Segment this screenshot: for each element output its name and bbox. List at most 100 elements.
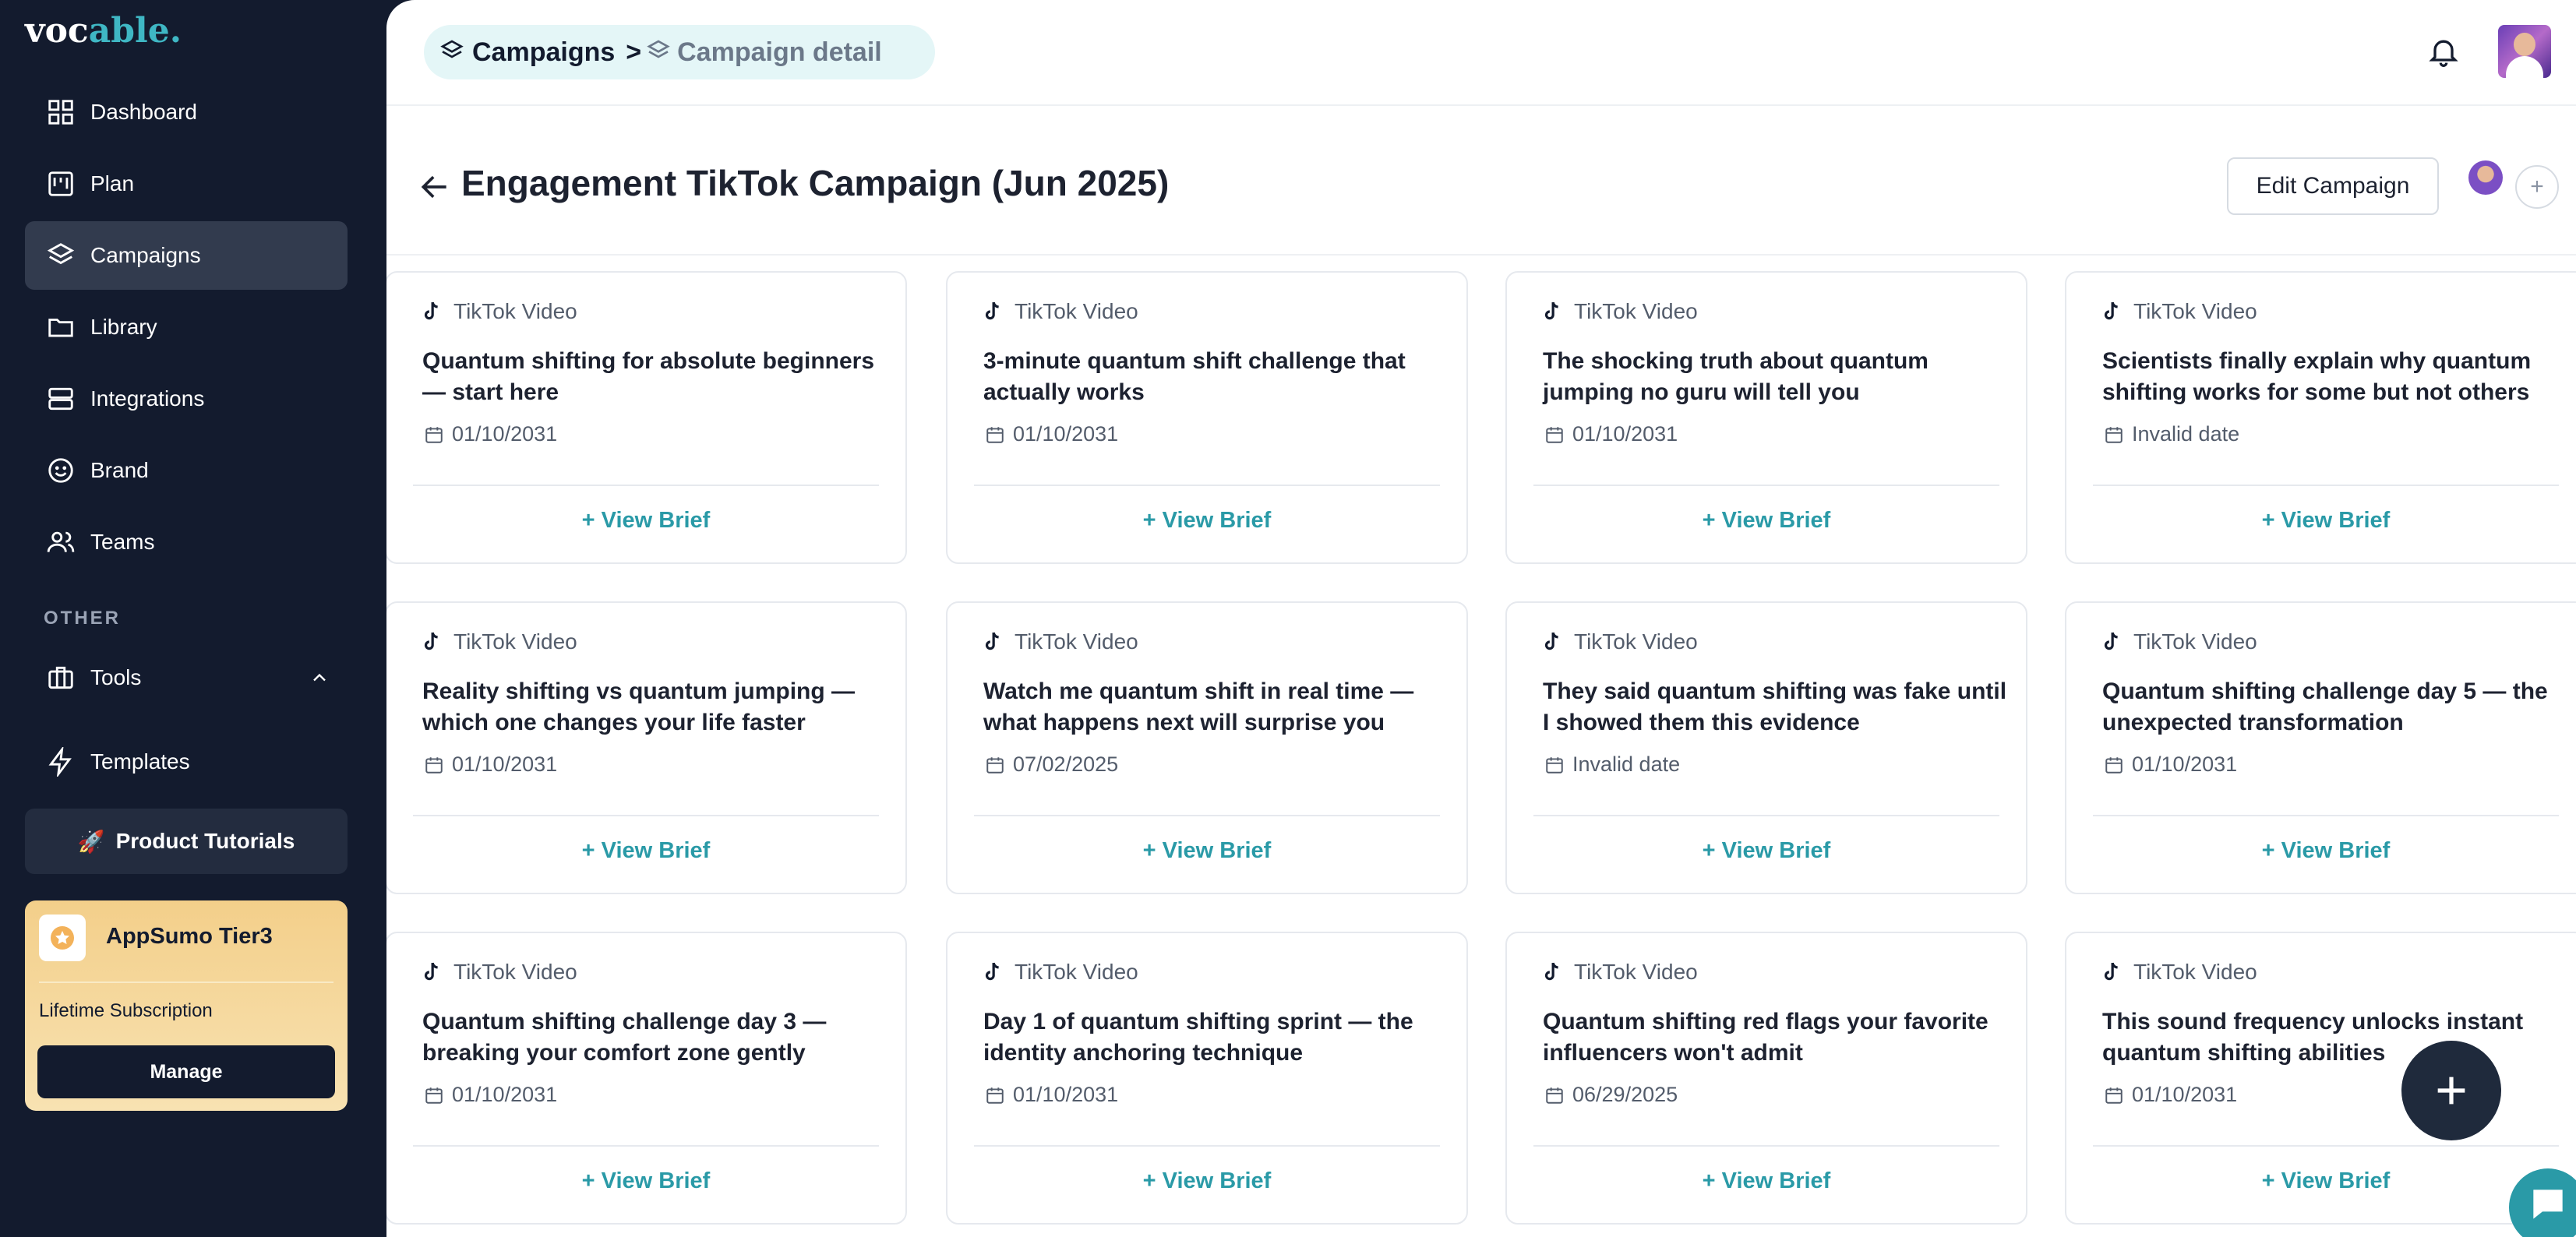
- tiktok-icon: [985, 632, 999, 650]
- calendar-icon: [2105, 1087, 2123, 1104]
- card-title: Reality shifting vs quantum jumping — wh…: [422, 678, 856, 735]
- view-brief-button[interactable]: + View Brief: [1507, 1168, 2026, 1194]
- team-member-avatar[interactable]: [2468, 160, 2503, 195]
- card-title: Day 1 of quantum shifting sprint — the i…: [983, 1009, 1413, 1066]
- view-brief-button[interactable]: + View Brief: [2066, 838, 2576, 864]
- content-card[interactable]: TikTok Video Quantum shifting red flags …: [1505, 932, 2027, 1225]
- sidebar-item-plan[interactable]: Plan: [25, 150, 348, 218]
- content-type: TikTok Video: [1541, 629, 1698, 654]
- content-type-label: TikTok Video: [1015, 629, 1138, 654]
- card-title: They said quantum shifting was fake unti…: [1543, 678, 2007, 735]
- sidebar-item-templates[interactable]: Templates: [25, 728, 348, 796]
- view-brief-button[interactable]: + View Brief: [386, 838, 905, 864]
- card-title: The shocking truth about quantum jumping…: [1543, 348, 1928, 405]
- plan-badge-icon: [39, 915, 86, 961]
- content-card[interactable]: TikTok Video 3-minute quantum shift chal…: [946, 271, 1468, 564]
- back-arrow-icon[interactable]: [418, 170, 452, 204]
- vocable-logo[interactable]: vocable.: [25, 11, 182, 51]
- view-brief-button[interactable]: + View Brief: [947, 838, 1466, 864]
- calendar-icon: [1546, 756, 1563, 774]
- card-date-value: Invalid date: [2132, 422, 2240, 446]
- card-title: Quantum shifting for absolute beginners …: [422, 348, 875, 405]
- content-type: TikTok Video: [1541, 960, 1698, 985]
- view-brief-button[interactable]: + View Brief: [2066, 1168, 2576, 1194]
- tiktok-icon: [424, 301, 438, 320]
- sidebar-item-tools[interactable]: Tools: [25, 643, 348, 712]
- card-date: 01/10/2031: [985, 422, 1118, 446]
- sidebar-item-brand[interactable]: Brand: [25, 436, 348, 505]
- card-title: Quantum shifting red flags your favorite…: [1543, 1009, 1988, 1066]
- bell-icon[interactable]: [2426, 34, 2461, 69]
- content-card[interactable]: TikTok Video Scientists finally explain …: [2065, 271, 2576, 564]
- content-card[interactable]: TikTok Video Quantum shifting challenge …: [2065, 601, 2576, 894]
- plan-subtitle: Lifetime Subscription: [39, 1000, 213, 1021]
- card-divider: [974, 1145, 1440, 1147]
- card-title: Quantum shifting challenge day 5 — the u…: [2102, 678, 2548, 735]
- users-icon: [25, 527, 90, 557]
- card-divider: [413, 815, 879, 816]
- breadcrumb-separator: >: [626, 37, 642, 67]
- page-header: Engagement TikTok Campaign (Jun 2025) Ed…: [386, 106, 2576, 256]
- tiktok-icon: [1544, 632, 1558, 650]
- breadcrumb-campaign-detail: Campaign detail: [677, 37, 882, 67]
- content-card[interactable]: TikTok Video They said quantum shifting …: [1505, 601, 2027, 894]
- content-type: TikTok Video: [982, 629, 1138, 654]
- content-type: TikTok Video: [2101, 960, 2257, 985]
- content-type-label: TikTok Video: [453, 299, 577, 323]
- plan-name: AppSumo Tier3: [106, 924, 273, 949]
- calendar-icon: [986, 426, 1004, 443]
- add-member-button[interactable]: +: [2515, 165, 2559, 209]
- calendar-icon: [425, 1087, 443, 1104]
- card-date: 06/29/2025: [1544, 1083, 1678, 1107]
- lightning-icon: [25, 747, 90, 777]
- card-divider: [2093, 1145, 2559, 1147]
- view-brief-button[interactable]: + View Brief: [2066, 508, 2576, 534]
- content-type-label: TikTok Video: [453, 629, 577, 654]
- add-content-fab[interactable]: [2401, 1041, 2501, 1140]
- user-avatar[interactable]: [2498, 25, 2551, 78]
- sidebar-item-dashboard[interactable]: Dashboard: [25, 78, 348, 146]
- view-brief-button[interactable]: + View Brief: [947, 1168, 1466, 1194]
- card-divider: [974, 485, 1440, 486]
- calendar-icon: [1546, 426, 1563, 443]
- layers-icon: [439, 38, 464, 67]
- calendar-icon: [425, 426, 443, 443]
- dashboard-icon: [25, 97, 90, 127]
- card-title: Scientists finally explain why quantum s…: [2102, 348, 2532, 405]
- content-card[interactable]: TikTok Video Reality shifting vs quantum…: [386, 601, 907, 894]
- content-type-label: TikTok Video: [2133, 299, 2257, 323]
- sidebar-item-campaigns[interactable]: Campaigns: [25, 221, 348, 290]
- card-title: This sound frequency unlocks instant qua…: [2102, 1009, 2524, 1066]
- logo-dot: .: [169, 11, 182, 51]
- chevron-up-icon[interactable]: [309, 667, 330, 689]
- card-date-value: 01/10/2031: [2132, 752, 2238, 776]
- top-bar: Campaigns > Campaign detail: [386, 0, 2576, 106]
- content-card[interactable]: TikTok Video Quantum shifting challenge …: [386, 932, 907, 1225]
- content-card[interactable]: TikTok Video Quantum shifting for absolu…: [386, 271, 907, 564]
- product-tutorials-button[interactable]: 🚀 Product Tutorials: [25, 809, 348, 874]
- sidebar-item-integrations[interactable]: Integrations: [25, 365, 348, 433]
- breadcrumb-campaigns[interactable]: Campaigns: [472, 37, 615, 68]
- view-brief-button[interactable]: + View Brief: [947, 508, 1466, 534]
- view-brief-button[interactable]: + View Brief: [1507, 838, 2026, 864]
- sidebar-item-teams[interactable]: Teams: [25, 508, 348, 576]
- card-date: 01/10/2031: [2104, 752, 2237, 777]
- tiktok-icon: [985, 301, 999, 320]
- sidebar-item-label: Campaigns: [90, 243, 201, 267]
- content-type: TikTok Video: [421, 960, 577, 985]
- view-brief-button[interactable]: + View Brief: [1507, 508, 2026, 534]
- page-title: Engagement TikTok Campaign (Jun 2025): [461, 163, 1170, 203]
- view-brief-button[interactable]: + View Brief: [386, 1168, 905, 1194]
- edit-campaign-button[interactable]: Edit Campaign: [2227, 157, 2439, 215]
- content-type-label: TikTok Video: [1574, 960, 1698, 984]
- breadcrumb: Campaigns > Campaign detail: [424, 25, 935, 79]
- manage-button[interactable]: Manage: [37, 1045, 335, 1098]
- content-card[interactable]: TikTok Video Watch me quantum shift in r…: [946, 601, 1468, 894]
- content-card[interactable]: TikTok Video The shocking truth about qu…: [1505, 271, 2027, 564]
- content-type-label: TikTok Video: [453, 960, 577, 984]
- view-brief-button[interactable]: + View Brief: [386, 508, 905, 534]
- sidebar-item-library[interactable]: Library: [25, 293, 348, 361]
- content-card[interactable]: TikTok Video Day 1 of quantum shifting s…: [946, 932, 1468, 1225]
- card-title: Quantum shifting challenge day 3 — break…: [422, 1009, 827, 1066]
- sidebar-item-label: Integrations: [90, 386, 205, 411]
